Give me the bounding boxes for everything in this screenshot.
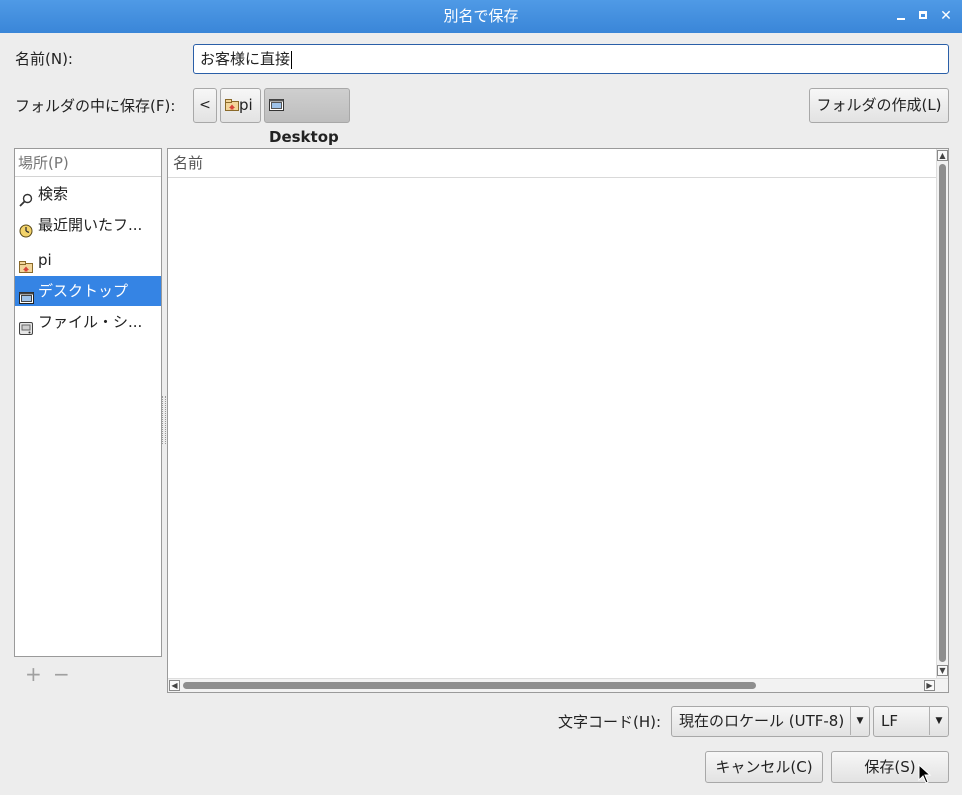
place-desktop[interactable]: デスクトップ [15, 276, 161, 306]
minimize-button[interactable] [893, 8, 909, 24]
column-name-label: 名前 [173, 154, 204, 172]
crumb-back-button[interactable]: < [193, 88, 217, 123]
mouse-cursor-icon [918, 763, 932, 784]
horizontal-scroll-thumb[interactable] [183, 682, 756, 689]
add-place-button[interactable]: + [25, 664, 42, 684]
places-sidebar: 場所(P) 検索 最近開いたフ... pi デスクトップ ファイル・シ... [14, 148, 162, 657]
chevron-right-icon: ▶ [926, 681, 933, 690]
chevron-down-icon: ▼ [939, 666, 946, 675]
place-filesystem-label: ファイル・シ... [38, 313, 143, 331]
vertical-scrollbar[interactable]: ▲ ▼ [936, 149, 948, 678]
maximize-button[interactable] [916, 8, 932, 24]
chevron-left-icon: ◀ [171, 681, 178, 690]
place-home[interactable]: pi [15, 245, 161, 275]
remove-place-button[interactable]: − [53, 664, 70, 684]
file-list[interactable]: 名前 ▲ ▼ ◀ ▶ [167, 148, 949, 693]
crumb-home-label: pi [239, 96, 253, 114]
scroll-right-button[interactable]: ▶ [924, 680, 935, 691]
text-caret [291, 50, 293, 69]
minimize-icon [897, 18, 905, 20]
chevron-left-icon: < [199, 97, 211, 113]
scroll-up-button[interactable]: ▲ [937, 150, 948, 161]
places-header: 場所(P) [15, 149, 161, 177]
place-recent-label: 最近開いたフ... [38, 216, 143, 234]
vertical-scroll-thumb[interactable] [939, 164, 946, 662]
place-desktop-label: デスクトップ [38, 282, 129, 300]
window-title: 別名で保存 [443, 7, 519, 25]
encoding-label: 文字コード(H): [558, 713, 662, 731]
filename-value: お客様に直接 [200, 50, 291, 68]
close-icon: ✕ [940, 8, 952, 24]
search-icon [19, 187, 33, 207]
crumb-home-button[interactable]: pi [220, 88, 261, 123]
home-folder-icon [19, 253, 33, 273]
place-search-label: 検索 [38, 185, 69, 203]
close-button[interactable]: ✕ [938, 8, 954, 24]
place-search[interactable]: 検索 [15, 179, 161, 209]
home-folder-icon [225, 90, 239, 111]
filename-input[interactable]: お客様に直接 [193, 44, 949, 74]
desktop-icon [269, 90, 284, 111]
desktop-icon [19, 284, 34, 304]
pane-splitter[interactable] [162, 396, 166, 444]
create-folder-button[interactable]: フォルダの作成(L) [809, 88, 949, 123]
folder-label: フォルダの中に保存(F): [15, 97, 176, 115]
cancel-button[interactable]: キャンセル(C) [705, 751, 823, 783]
encoding-select[interactable]: 現在のロケール (UTF-8) ▼ [671, 706, 870, 737]
drive-icon [19, 315, 33, 335]
line-ending-value: LF [881, 712, 898, 730]
scroll-down-button[interactable]: ▼ [937, 665, 948, 676]
encoding-value: 現在のロケール (UTF-8) [679, 712, 845, 730]
dropdown-arrow-icon: ▼ [850, 707, 869, 735]
scroll-left-button[interactable]: ◀ [169, 680, 180, 691]
dropdown-arrow-icon: ▼ [929, 707, 948, 735]
maximize-icon [919, 11, 927, 19]
place-recent[interactable]: 最近開いたフ... [15, 210, 161, 240]
line-ending-select[interactable]: LF ▼ [873, 706, 949, 737]
column-header-name[interactable]: 名前 [168, 149, 936, 178]
chevron-up-icon: ▲ [939, 151, 946, 160]
crumb-desktop-label: Desktop [269, 128, 339, 146]
place-filesystem[interactable]: ファイル・シ... [15, 307, 161, 337]
clock-icon [19, 218, 33, 238]
horizontal-scrollbar[interactable]: ◀ ▶ [168, 678, 948, 692]
name-label: 名前(N): [15, 50, 73, 68]
crumb-desktop-button[interactable]: Desktop [264, 88, 350, 146]
place-home-label: pi [38, 251, 52, 269]
